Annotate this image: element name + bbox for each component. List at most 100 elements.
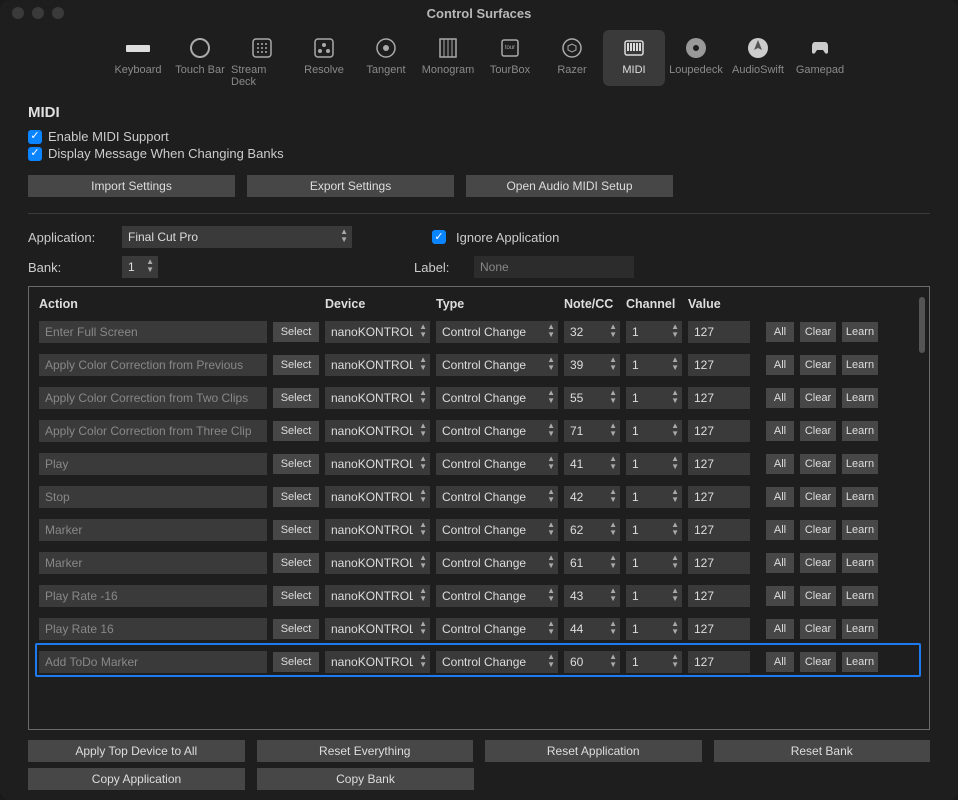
tab-midi[interactable]: MIDI (603, 30, 665, 86)
learn-button[interactable]: Learn (842, 520, 878, 540)
select-button[interactable]: Select (273, 421, 319, 441)
value-field[interactable]: 127 (688, 585, 750, 607)
select-button[interactable]: Select (273, 322, 319, 342)
label-input[interactable]: None (474, 256, 634, 278)
value-field[interactable]: 127 (688, 453, 750, 475)
all-button[interactable]: All (766, 388, 794, 408)
all-button[interactable]: All (766, 652, 794, 672)
reset-bank-button[interactable]: Reset Bank (714, 740, 931, 762)
device-select[interactable]: nanoKONTROL▲▼ (325, 486, 430, 508)
bank-select[interactable]: 1 ▲▼ (122, 256, 158, 278)
tab-keyboard[interactable]: Keyboard (107, 30, 169, 86)
channel-select[interactable]: 1▲▼ (626, 519, 682, 541)
learn-button[interactable]: Learn (842, 388, 878, 408)
value-field[interactable]: 127 (688, 387, 750, 409)
all-button[interactable]: All (766, 553, 794, 573)
device-select[interactable]: nanoKONTROL▲▼ (325, 387, 430, 409)
tab-stream-deck[interactable]: Stream Deck (231, 30, 293, 86)
apply-top-device-button[interactable]: Apply Top Device to All (28, 740, 245, 762)
clear-button[interactable]: Clear (800, 421, 836, 441)
type-select[interactable]: Control Change▲▼ (436, 519, 558, 541)
device-select[interactable]: nanoKONTROL▲▼ (325, 585, 430, 607)
type-select[interactable]: Control Change▲▼ (436, 618, 558, 640)
clear-button[interactable]: Clear (800, 322, 836, 342)
reset-everything-button[interactable]: Reset Everything (257, 740, 474, 762)
select-button[interactable]: Select (273, 388, 319, 408)
clear-button[interactable]: Clear (800, 586, 836, 606)
clear-button[interactable]: Clear (800, 355, 836, 375)
all-button[interactable]: All (766, 355, 794, 375)
action-field[interactable]: Enter Full Screen (39, 321, 267, 343)
action-field[interactable]: Play (39, 453, 267, 475)
clear-button[interactable]: Clear (800, 454, 836, 474)
device-select[interactable]: nanoKONTROL▲▼ (325, 552, 430, 574)
device-select[interactable]: nanoKONTROL▲▼ (325, 519, 430, 541)
clear-button[interactable]: Clear (800, 388, 836, 408)
select-button[interactable]: Select (273, 553, 319, 573)
type-select[interactable]: Control Change▲▼ (436, 354, 558, 376)
device-select[interactable]: nanoKONTROL▲▼ (325, 651, 430, 673)
device-select[interactable]: nanoKONTROL▲▼ (325, 453, 430, 475)
export-settings-button[interactable]: Export Settings (247, 175, 454, 197)
tab-razer[interactable]: Razer (541, 30, 603, 86)
clear-button[interactable]: Clear (800, 553, 836, 573)
open-audio-midi-button[interactable]: Open Audio MIDI Setup (466, 175, 673, 197)
value-field[interactable]: 127 (688, 420, 750, 442)
learn-button[interactable]: Learn (842, 553, 878, 573)
all-button[interactable]: All (766, 487, 794, 507)
all-button[interactable]: All (766, 520, 794, 540)
value-field[interactable]: 127 (688, 552, 750, 574)
select-button[interactable]: Select (273, 586, 319, 606)
clear-button[interactable]: Clear (800, 652, 836, 672)
value-field[interactable]: 127 (688, 519, 750, 541)
channel-select[interactable]: 1▲▼ (626, 486, 682, 508)
action-field[interactable]: Marker (39, 519, 267, 541)
note-select[interactable]: 55▲▼ (564, 387, 620, 409)
tab-gamepad[interactable]: Gamepad (789, 30, 851, 86)
note-select[interactable]: 60▲▼ (564, 651, 620, 673)
action-field[interactable]: Play Rate -16 (39, 585, 267, 607)
note-select[interactable]: 39▲▼ (564, 354, 620, 376)
note-select[interactable]: 42▲▼ (564, 486, 620, 508)
tab-tangent[interactable]: Tangent (355, 30, 417, 86)
ignore-application-checkbox[interactable]: ✓ (432, 230, 446, 244)
all-button[interactable]: All (766, 619, 794, 639)
all-button[interactable]: All (766, 586, 794, 606)
channel-select[interactable]: 1▲▼ (626, 321, 682, 343)
value-field[interactable]: 127 (688, 651, 750, 673)
learn-button[interactable]: Learn (842, 322, 878, 342)
channel-select[interactable]: 1▲▼ (626, 453, 682, 475)
learn-button[interactable]: Learn (842, 487, 878, 507)
device-select[interactable]: nanoKONTROL▲▼ (325, 618, 430, 640)
device-select[interactable]: nanoKONTROL▲▼ (325, 420, 430, 442)
learn-button[interactable]: Learn (842, 454, 878, 474)
learn-button[interactable]: Learn (842, 421, 878, 441)
note-select[interactable]: 43▲▼ (564, 585, 620, 607)
value-field[interactable]: 127 (688, 354, 750, 376)
note-select[interactable]: 71▲▼ (564, 420, 620, 442)
action-field[interactable]: Stop (39, 486, 267, 508)
type-select[interactable]: Control Change▲▼ (436, 552, 558, 574)
reset-application-button[interactable]: Reset Application (485, 740, 702, 762)
tab-resolve[interactable]: Resolve (293, 30, 355, 86)
select-button[interactable]: Select (273, 487, 319, 507)
action-field[interactable]: Add ToDo Marker (39, 651, 267, 673)
select-button[interactable]: Select (273, 652, 319, 672)
action-field[interactable]: Apply Color Correction from Previous (39, 354, 267, 376)
learn-button[interactable]: Learn (842, 619, 878, 639)
note-select[interactable]: 62▲▼ (564, 519, 620, 541)
type-select[interactable]: Control Change▲▼ (436, 486, 558, 508)
select-button[interactable]: Select (273, 454, 319, 474)
clear-button[interactable]: Clear (800, 619, 836, 639)
note-select[interactable]: 44▲▼ (564, 618, 620, 640)
channel-select[interactable]: 1▲▼ (626, 585, 682, 607)
action-field[interactable]: Apply Color Correction from Two Clips (39, 387, 267, 409)
device-select[interactable]: nanoKONTROL▲▼ (325, 321, 430, 343)
device-select[interactable]: nanoKONTROL▲▼ (325, 354, 430, 376)
tab-loupedeck[interactable]: Loupedeck (665, 30, 727, 86)
type-select[interactable]: Control Change▲▼ (436, 651, 558, 673)
tab-monogram[interactable]: Monogram (417, 30, 479, 86)
enable-midi-checkbox[interactable]: ✓ (28, 130, 42, 144)
select-button[interactable]: Select (273, 619, 319, 639)
copy-application-button[interactable]: Copy Application (28, 768, 245, 790)
